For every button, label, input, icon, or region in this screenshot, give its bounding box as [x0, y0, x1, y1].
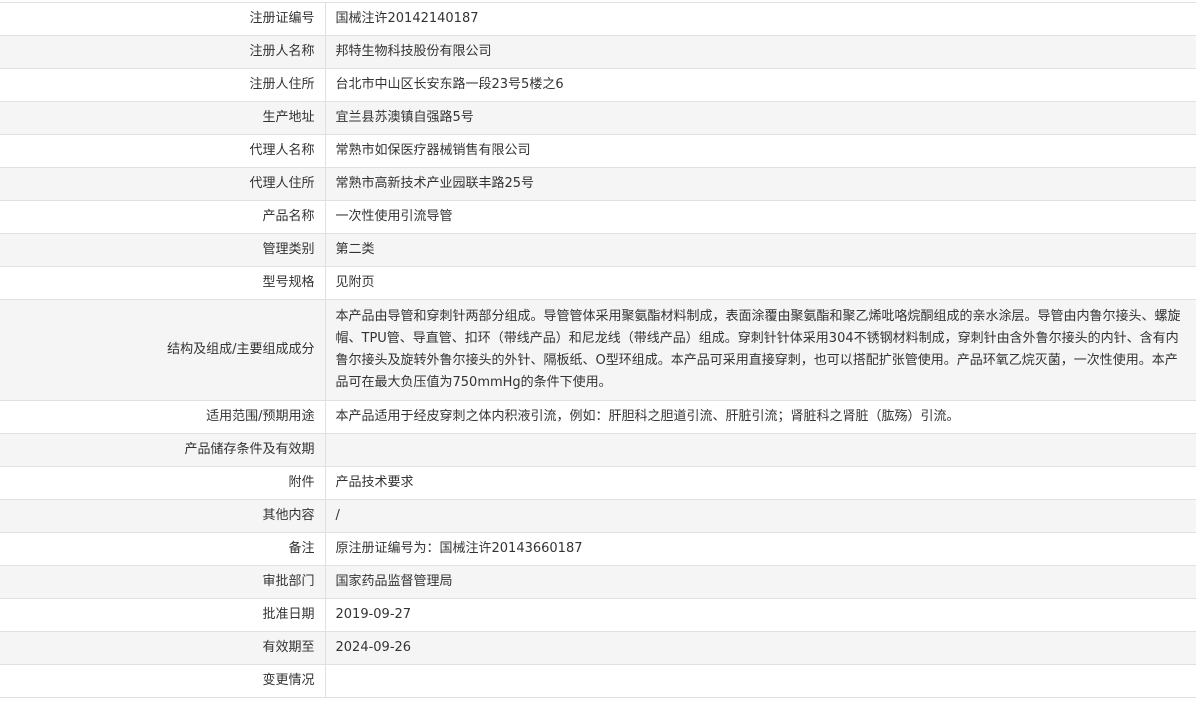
- row-label: 注册人名称: [0, 35, 326, 69]
- row-label: 注册人住所: [0, 68, 326, 102]
- table-row: 附件 产品技术要求: [0, 466, 1196, 500]
- row-value: 2019-09-27: [325, 598, 1196, 632]
- row-value: 常熟市高新技术产业园联丰路25号: [325, 167, 1196, 201]
- table-row: 产品名称 一次性使用引流导管: [0, 200, 1196, 234]
- row-label: 有效期至: [0, 631, 326, 665]
- row-label: 其他内容: [0, 499, 326, 533]
- table-row: 生产地址 宜兰县苏澳镇自强路5号: [0, 101, 1196, 135]
- row-label: 产品名称: [0, 200, 326, 234]
- table-row: 代理人住所 常熟市高新技术产业园联丰路25号: [0, 167, 1196, 201]
- table-row: 备注 原注册证编号为：国械注许20143660187: [0, 532, 1196, 566]
- row-label: 生产地址: [0, 101, 326, 135]
- row-value: 本产品适用于经皮穿刺之体内积液引流，例如：肝胆科之胆道引流、肝脏引流；肾脏科之肾…: [325, 400, 1196, 434]
- row-label: 代理人名称: [0, 134, 326, 168]
- table-row: 其他内容 /: [0, 499, 1196, 533]
- row-label: 注册证编号: [0, 2, 326, 36]
- row-label: 适用范围/预期用途: [0, 400, 326, 434]
- table-row: 型号规格 见附页: [0, 266, 1196, 300]
- row-value: 第二类: [325, 233, 1196, 267]
- row-label: 产品储存条件及有效期: [0, 433, 326, 467]
- row-value: 常熟市如保医疗器械销售有限公司: [325, 134, 1196, 168]
- registration-detail-table: 注册证编号 国械注许20142140187 注册人名称 邦特生物科技股份有限公司…: [0, 2, 1196, 698]
- row-value: 见附页: [325, 266, 1196, 300]
- row-label: 附件: [0, 466, 326, 500]
- row-label: 管理类别: [0, 233, 326, 267]
- row-value: 国家药品监督管理局: [325, 565, 1196, 599]
- row-label: 批准日期: [0, 598, 326, 632]
- row-label: 型号规格: [0, 266, 326, 300]
- row-value: [325, 433, 1196, 467]
- row-value: 产品技术要求: [325, 466, 1196, 500]
- row-value: 一次性使用引流导管: [325, 200, 1196, 234]
- table-row: 结构及组成/主要组成成分 本产品由导管和穿刺针两部分组成。导管管体采用聚氨酯材料…: [0, 299, 1196, 401]
- table-row: 管理类别 第二类: [0, 233, 1196, 267]
- row-label: 备注: [0, 532, 326, 566]
- table-row: 适用范围/预期用途 本产品适用于经皮穿刺之体内积液引流，例如：肝胆科之胆道引流、…: [0, 400, 1196, 434]
- row-label: 结构及组成/主要组成成分: [0, 299, 326, 401]
- table-row: 产品储存条件及有效期: [0, 433, 1196, 467]
- row-value: 邦特生物科技股份有限公司: [325, 35, 1196, 69]
- row-label: 审批部门: [0, 565, 326, 599]
- table-row: 注册人住所 台北市中山区长安东路一段23号5楼之6: [0, 68, 1196, 102]
- row-value: 台北市中山区长安东路一段23号5楼之6: [325, 68, 1196, 102]
- table-row: 有效期至 2024-09-26: [0, 631, 1196, 665]
- table-row: 变更情况: [0, 664, 1196, 698]
- row-value: /: [325, 499, 1196, 533]
- table-row: 批准日期 2019-09-27: [0, 598, 1196, 632]
- row-value: 宜兰县苏澳镇自强路5号: [325, 101, 1196, 135]
- table-row: 注册证编号 国械注许20142140187: [0, 2, 1196, 36]
- table-row: 代理人名称 常熟市如保医疗器械销售有限公司: [0, 134, 1196, 168]
- row-value: 原注册证编号为：国械注许20143660187: [325, 532, 1196, 566]
- table-row: 审批部门 国家药品监督管理局: [0, 565, 1196, 599]
- table-row: 注册人名称 邦特生物科技股份有限公司: [0, 35, 1196, 69]
- row-label: 代理人住所: [0, 167, 326, 201]
- row-label: 变更情况: [0, 664, 326, 698]
- row-value: 2024-09-26: [325, 631, 1196, 665]
- row-value: 国械注许20142140187: [325, 2, 1196, 36]
- row-value: 本产品由导管和穿刺针两部分组成。导管管体采用聚氨酯材料制成，表面涂覆由聚氨酯和聚…: [325, 299, 1196, 401]
- row-value: [325, 664, 1196, 698]
